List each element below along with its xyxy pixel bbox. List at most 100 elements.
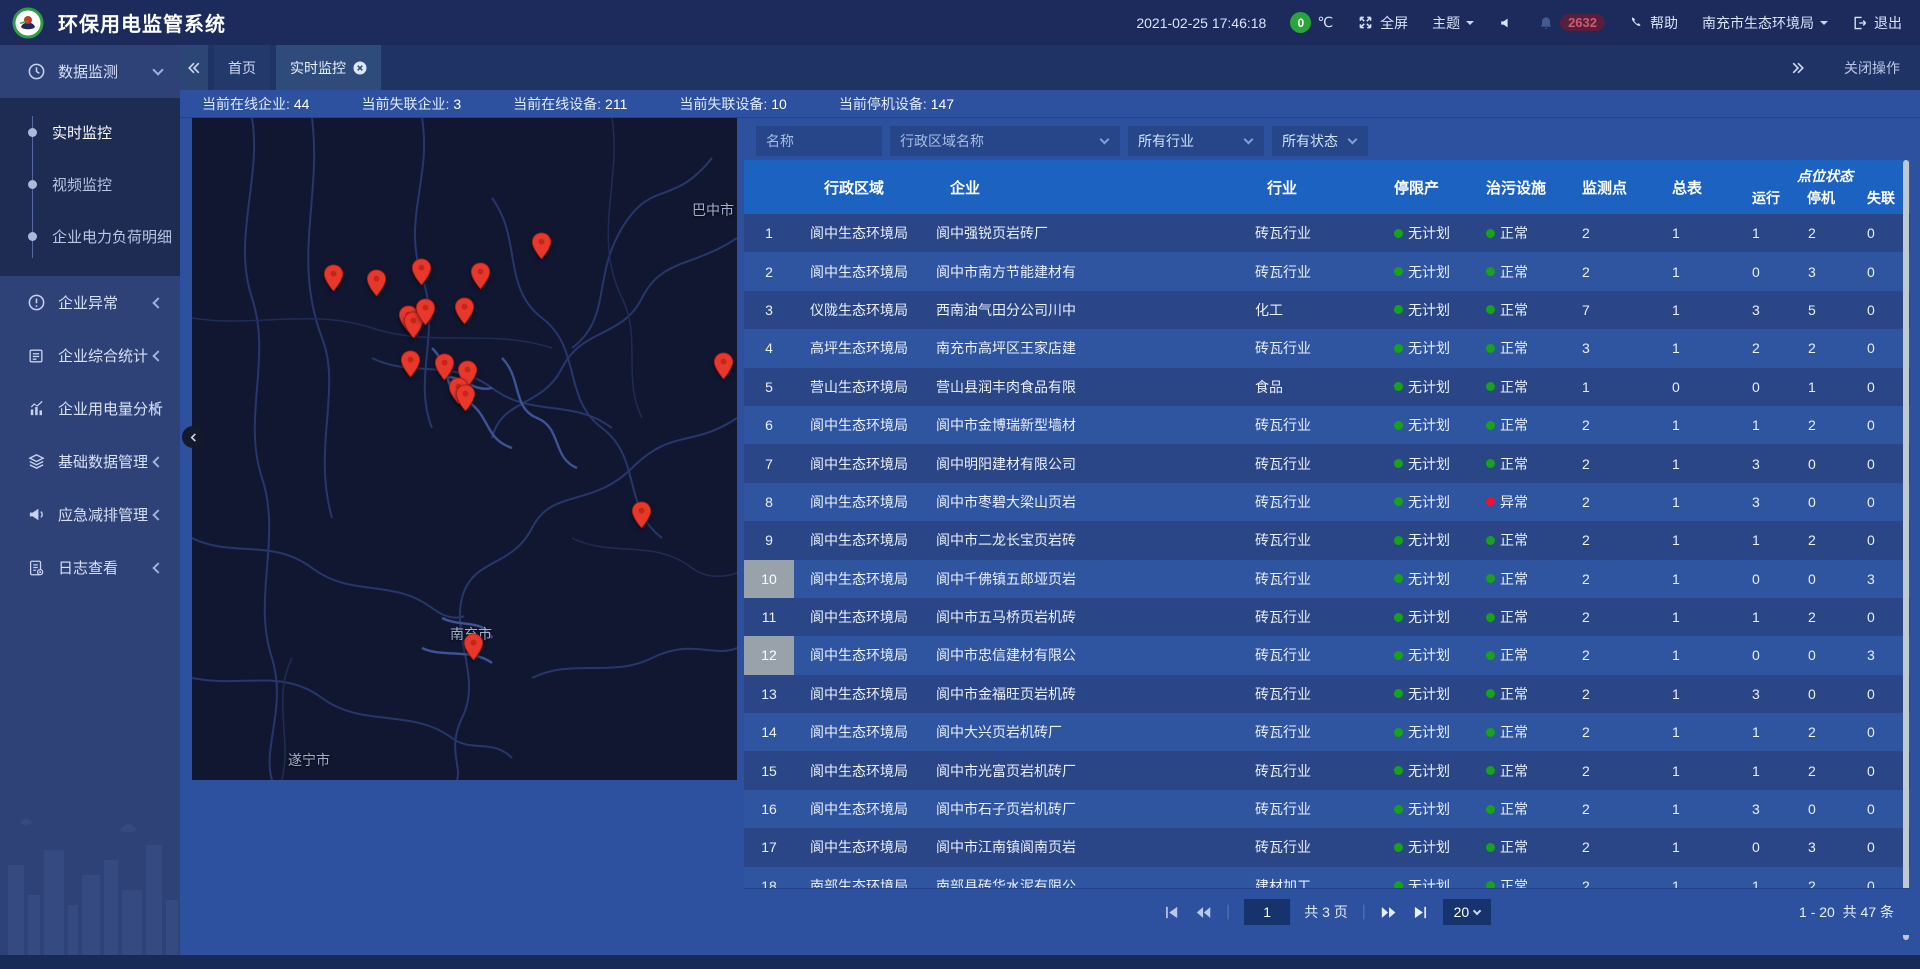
sidebar-item-label: 企业用电量分析 xyxy=(58,398,163,419)
map-pin-icon[interactable] xyxy=(323,264,344,292)
table-row[interactable]: 10阆中生态环境局阆中千佛镇五郎垭页岩砖瓦行业无计划正常21003 xyxy=(744,560,1910,598)
sidebar-item[interactable]: 企业用电量分析 xyxy=(0,382,180,435)
table-row[interactable]: 6阆中生态环境局阆中市金博瑞新型墙材砖瓦行业无计划正常21120 xyxy=(744,406,1910,444)
map-pin-icon[interactable] xyxy=(415,298,436,326)
sidebar-item[interactable]: 基础数据管理 xyxy=(0,435,180,488)
tabs-scroll-left-button[interactable] xyxy=(180,45,208,90)
sidebar-item[interactable]: 企业异常 xyxy=(0,276,180,329)
stat-label: 当前失联设备: xyxy=(679,96,767,112)
map-pin-icon[interactable] xyxy=(463,633,484,661)
table-row[interactable]: 18南部生态环境局南部县砖华水泥有限公建材加工无计划正常21120 xyxy=(744,867,1910,888)
map-panel[interactable]: 巴中市南充市遂宁市 xyxy=(192,118,737,780)
table-row[interactable]: 2阆中生态环境局阆中市南方节能建材有砖瓦行业无计划正常21030 xyxy=(744,252,1910,290)
map-pin-icon[interactable] xyxy=(713,352,734,380)
table-row[interactable]: 7阆中生态环境局阆中明阳建材有限公司砖瓦行业无计划正常21300 xyxy=(744,444,1910,482)
table-row[interactable]: 3仪陇生态环境局西南油气田分公司川中化工无计划正常71350 xyxy=(744,291,1910,329)
table-row[interactable]: 13阆中生态环境局阆中市金福旺页岩机砖砖瓦行业无计划正常21300 xyxy=(744,675,1910,713)
cell-company: 南充市高坪区王家店建 xyxy=(920,329,1245,367)
map-pin-icon[interactable] xyxy=(531,232,552,260)
cell-total-meter: 1 xyxy=(1660,598,1740,636)
table-row[interactable]: 5营山生态环境局营山县润丰肉食品有限食品无计划正常10010 xyxy=(744,368,1910,406)
cell-pollution-facility: 正常 xyxy=(1472,790,1570,828)
map-pin-icon[interactable] xyxy=(455,384,476,412)
cell-region: 仪陇生态环境局 xyxy=(794,291,920,329)
map-collapse-button[interactable] xyxy=(182,426,204,448)
notification-count-badge: 2632 xyxy=(1560,14,1605,31)
status-dot-icon xyxy=(1394,689,1403,698)
cell-total-meter: 1 xyxy=(1660,713,1740,751)
tab-realtime-monitor[interactable]: 实时监控 xyxy=(276,45,381,90)
help-button[interactable]: 帮助 xyxy=(1629,13,1678,33)
stat-value: 211 xyxy=(605,96,627,112)
cell-stopped: 2 xyxy=(1795,406,1855,444)
sidebar-subitem[interactable]: 视频监控 xyxy=(0,158,180,210)
industry-select[interactable]: 所有行业 xyxy=(1128,126,1264,156)
last-page-button[interactable] xyxy=(1412,904,1429,921)
status-select[interactable]: 所有状态 xyxy=(1272,126,1368,156)
cell-stopped: 2 xyxy=(1795,713,1855,751)
app-header: 环保用电监管系统 2021-02-25 17:46:18 0 ℃ 全屏 主题 xyxy=(0,0,1920,45)
sidebar-item[interactable]: 日志查看 xyxy=(0,541,180,594)
cell-company: 阆中市金福旺页岩机砖 xyxy=(920,675,1245,713)
logout-button[interactable]: 退出 xyxy=(1852,13,1902,33)
prev-page-button[interactable] xyxy=(1194,904,1212,921)
table-row[interactable]: 1阆中生态环境局阆中强锐页岩砖厂砖瓦行业无计划正常21120 xyxy=(744,214,1910,252)
cell-monitor-points: 2 xyxy=(1570,406,1660,444)
table-row[interactable]: 14阆中生态环境局阆中大兴页岩机砖厂砖瓦行业无计划正常21120 xyxy=(744,713,1910,751)
region-select[interactable]: 行政区域名称 xyxy=(890,126,1120,156)
sidebar-subitem[interactable]: 企业电力负荷明细 xyxy=(0,210,180,262)
first-page-button[interactable] xyxy=(1163,904,1180,921)
cell-region: 阆中生态环境局 xyxy=(794,483,920,521)
row-index: 12 xyxy=(744,636,794,674)
cell-region: 阆中生态环境局 xyxy=(794,521,920,559)
map-pin-icon[interactable] xyxy=(411,258,432,286)
cell-running: 3 xyxy=(1740,291,1795,329)
table-row[interactable]: 4高坪生态环境局南充市高坪区王家店建砖瓦行业无计划正常31220 xyxy=(744,329,1910,367)
column-header: 企业 xyxy=(920,160,1245,214)
cell-stopped: 2 xyxy=(1795,214,1855,252)
map-pin-icon[interactable] xyxy=(631,501,652,529)
cell-monitor-points: 2 xyxy=(1570,252,1660,290)
table-row[interactable]: 15阆中生态环境局阆中市光富页岩机砖厂砖瓦行业无计划正常21120 xyxy=(744,751,1910,789)
notifications-button[interactable]: 2632 xyxy=(1538,14,1605,31)
table-row[interactable]: 16阆中生态环境局阆中市石子页岩机砖厂砖瓦行业无计划正常21300 xyxy=(744,790,1910,828)
cell-production-limit: 无计划 xyxy=(1380,790,1472,828)
table-row[interactable]: 8阆中生态环境局阆中市枣碧大梁山页岩砖瓦行业无计划异常21300 xyxy=(744,483,1910,521)
page-number-input[interactable]: 1 xyxy=(1244,899,1290,925)
next-page-button[interactable] xyxy=(1380,904,1398,921)
mute-button[interactable] xyxy=(1498,15,1514,31)
org-dropdown[interactable]: 南充市生态环境局 xyxy=(1702,13,1828,33)
map-pin-icon[interactable] xyxy=(470,262,491,290)
theme-dropdown[interactable]: 主题 xyxy=(1432,13,1474,33)
fullscreen-button[interactable]: 全屏 xyxy=(1357,13,1408,33)
table-row[interactable]: 17阆中生态环境局阆中市江南镇阆南页岩砖瓦行业无计划正常21030 xyxy=(744,828,1910,866)
vertical-scrollbar[interactable] xyxy=(1903,160,1909,940)
sidebar-item[interactable]: 数据监测 xyxy=(0,45,180,98)
table-row[interactable]: 12阆中生态环境局阆中市忠信建材有限公砖瓦行业无计划正常21003 xyxy=(744,636,1910,674)
cell-company: 阆中市忠信建材有限公 xyxy=(920,636,1245,674)
map-pin-icon[interactable] xyxy=(366,269,387,297)
table-row[interactable]: 9阆中生态环境局阆中市二龙长宝页岩砖砖瓦行业无计划正常21120 xyxy=(744,521,1910,559)
status-dot-icon xyxy=(1394,613,1403,622)
tab-close-icon[interactable] xyxy=(353,61,367,75)
sidebar-item[interactable]: 企业综合统计 xyxy=(0,329,180,382)
page-size-select[interactable]: 20 xyxy=(1443,899,1491,925)
table-row[interactable]: 11阆中生态环境局阆中市五马桥页岩机砖砖瓦行业无计划正常21120 xyxy=(744,598,1910,636)
table-panel: 名称 行政区域名称 所有行业 所有状态 行政区域企业行业停限产治污设施监测点总表… xyxy=(744,118,1910,955)
map-pin-icon[interactable] xyxy=(400,350,421,378)
cell-offline: 3 xyxy=(1855,636,1910,674)
cell-running: 1 xyxy=(1740,751,1795,789)
close-operations-button[interactable]: 关闭操作 xyxy=(1844,58,1900,78)
map-pin-icon[interactable] xyxy=(454,297,475,325)
name-search-input[interactable]: 名称 xyxy=(756,126,882,156)
double-chevron-right-icon[interactable] xyxy=(1790,60,1806,76)
cell-company: 阆中市光富页岩机砖厂 xyxy=(920,751,1245,789)
cell-stopped: 1 xyxy=(1795,368,1855,406)
cell-production-limit: 无计划 xyxy=(1380,483,1472,521)
cell-production-limit: 无计划 xyxy=(1380,368,1472,406)
sidebar-item[interactable]: 应急减排管理 xyxy=(0,488,180,541)
sidebar-subitem[interactable]: 实时监控 xyxy=(0,106,180,158)
status-dot-icon xyxy=(1486,728,1495,737)
tab-home[interactable]: 首页 xyxy=(214,45,270,90)
bullet-dot-icon xyxy=(28,128,37,137)
